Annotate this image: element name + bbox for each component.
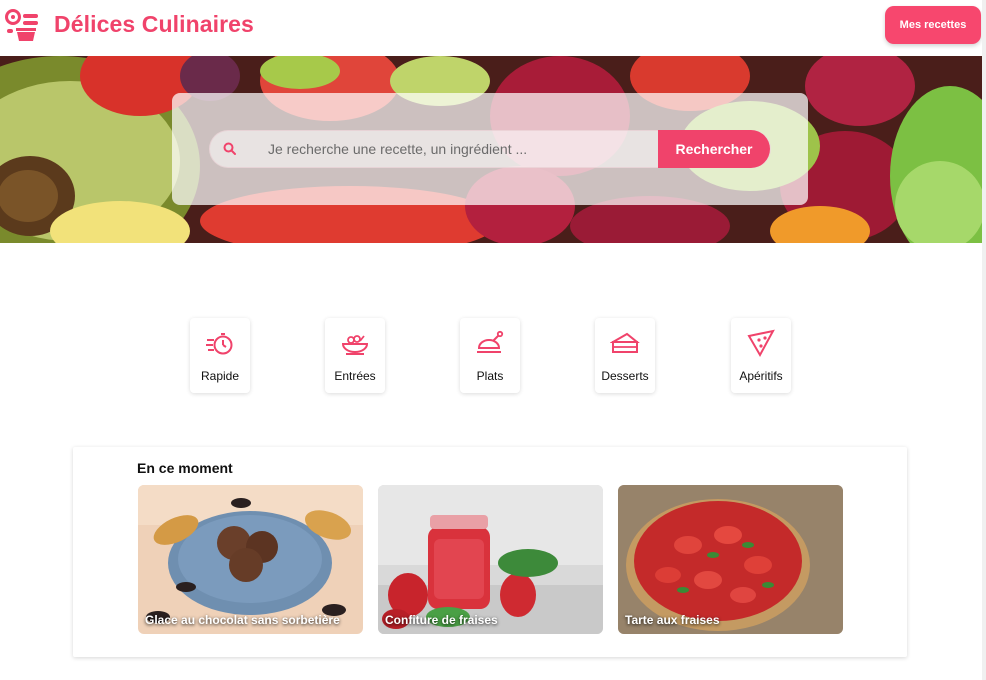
category-plats[interactable]: Plats [460,318,520,393]
salad-bowl-icon [341,335,369,355]
category-entrees[interactable]: Entrées [325,318,385,393]
my-recipes-button[interactable]: Mes recettes [885,6,981,44]
category-rapide[interactable]: Rapide [190,318,250,393]
category-label: Desserts [601,369,649,383]
trending-section: En ce moment Glace au chocolat sans sorb… [73,447,907,657]
category-aperitifs[interactable]: Apéritifs [731,318,791,393]
hero-banner: Rechercher [0,56,982,243]
category-label: Rapide [200,369,240,383]
search-bar: Rechercher [209,130,771,168]
recipe-card-chocolate-ice-cream[interactable]: Glace au chocolat sans sorbetière [138,485,363,634]
category-label: Entrées [334,369,376,383]
stopwatch-icon [206,333,233,355]
search-button[interactable]: Rechercher [658,130,770,168]
logo-icon[interactable] [4,8,40,42]
recipe-image [378,485,603,634]
section-title: En ce moment [137,460,233,476]
recipe-title: Glace au chocolat sans sorbetière [145,613,340,627]
page: Délices Culinaires Mes recettes Je reche… [0,0,986,680]
brand-title[interactable]: Délices Culinaires [54,11,254,38]
cake-slice-icon [610,332,640,353]
recipe-card-strawberry-jam[interactable]: Confiture de fraises [378,485,603,634]
recipe-title: Confiture de fraises [385,613,498,627]
recipe-card-strawberry-tart[interactable]: Tarte aux fraises [618,485,843,634]
category-desserts[interactable]: Desserts [595,318,655,393]
recipe-image [618,485,843,634]
search-panel: Rechercher [172,93,808,205]
category-label: Plats [476,369,504,383]
search-input[interactable] [250,131,650,167]
category-label: Apéritifs [739,369,783,383]
recipe-title: Tarte aux fraises [625,613,720,627]
roast-chicken-icon [477,330,504,353]
header: Délices Culinaires Mes recettes [0,0,982,56]
tortilla-chip-icon [747,329,775,358]
search-icon [223,142,236,155]
page-scrollbar[interactable] [982,0,986,680]
recipe-image [138,485,363,634]
